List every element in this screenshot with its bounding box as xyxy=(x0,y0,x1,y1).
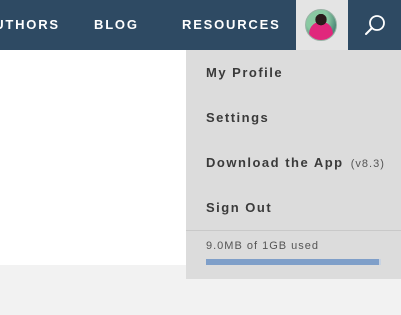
storage-usage-fill xyxy=(206,259,380,265)
menu-item-label: Settings xyxy=(206,110,270,125)
menu-item-label: My Profile xyxy=(206,65,284,80)
menu-item-download-app[interactable]: Download the App (v8.3) xyxy=(206,155,385,170)
storage-usage-text: 9.0MB of 1GB used xyxy=(206,240,319,252)
nav-item-resources[interactable]: RESOURCES xyxy=(182,0,281,50)
app-version-label: (v8.3) xyxy=(350,158,385,170)
profile-dropdown-menu: My Profile Settings Download the App (v8… xyxy=(186,50,401,279)
menu-item-label: Download the App xyxy=(206,155,344,170)
menu-item-my-profile[interactable]: My Profile xyxy=(206,65,283,80)
storage-usage-bar xyxy=(206,259,381,265)
top-navigation-bar: AUTHORS BLOG RESOURCES xyxy=(0,0,401,50)
search-icon xyxy=(365,15,385,35)
search-button[interactable] xyxy=(349,0,401,50)
nav-item-blog[interactable]: BLOG xyxy=(94,0,139,50)
avatar xyxy=(305,9,337,41)
menu-divider xyxy=(186,230,401,231)
profile-menu-toggle[interactable] xyxy=(296,0,348,50)
nav-item-authors[interactable]: AUTHORS xyxy=(0,0,60,50)
menu-item-label: Sign Out xyxy=(206,200,273,215)
menu-item-settings[interactable]: Settings xyxy=(206,110,269,125)
menu-item-sign-out[interactable]: Sign Out xyxy=(206,200,272,215)
